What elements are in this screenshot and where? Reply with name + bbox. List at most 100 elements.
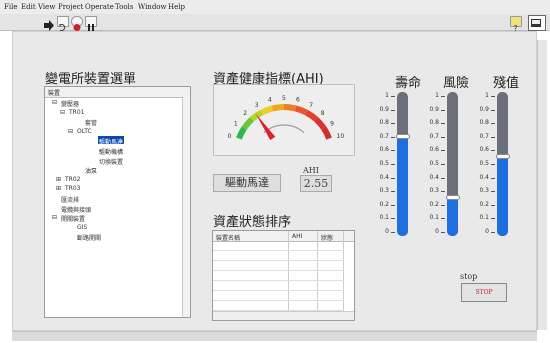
ranking-table[interactable]: 裝置名稱 AHI 狀態 <box>212 230 355 321</box>
tree-item[interactable]: 匯流排 <box>61 195 79 204</box>
vi-icon <box>528 15 546 31</box>
gauge-tick-label: 5 <box>282 95 286 102</box>
tree-expander-icon[interactable]: ⊟ <box>60 109 65 116</box>
gauge-tick-label: 10 <box>337 133 345 140</box>
table-hscrollbar[interactable] <box>213 311 354 320</box>
gauge-tick-label: 2 <box>243 110 247 117</box>
tick-mark <box>491 232 495 233</box>
risk-title: 風險 <box>443 76 470 91</box>
tree-item[interactable]: 切換裝置 <box>99 157 123 166</box>
menu-tools[interactable]: Tools <box>115 3 133 11</box>
risk-tick-label: 0.4 <box>429 173 439 181</box>
tree-expander-icon[interactable]: ⊟ <box>52 214 57 221</box>
life-slider-thumb[interactable] <box>396 133 410 139</box>
tree-item[interactable]: 驅動機構 <box>99 147 123 156</box>
menu-window[interactable]: Window <box>138 3 167 11</box>
tick-mark <box>441 177 445 179</box>
tree-item[interactable]: 變壓器 <box>61 99 79 108</box>
residual-tick-label: 0.7 <box>479 132 489 140</box>
stop-button[interactable]: STOP <box>461 283 507 302</box>
tree-item[interactable]: 油泵 <box>85 166 97 175</box>
pause-icon[interactable] <box>85 16 97 31</box>
residual-slider-fill <box>497 157 508 236</box>
menu-help[interactable]: Help <box>168 3 185 11</box>
table-row[interactable] <box>213 291 344 301</box>
run-arrow-icon[interactable] <box>43 16 55 31</box>
table-row[interactable] <box>213 271 344 281</box>
menu-project[interactable]: Project <box>58 3 83 11</box>
tree-item[interactable]: 套管 <box>85 118 97 127</box>
gauge-band <box>321 126 332 140</box>
life-tick-label: 0.9 <box>379 105 389 113</box>
tick-mark <box>491 177 495 179</box>
tree-item[interactable]: 開關裝置 <box>61 214 85 223</box>
table-row[interactable] <box>213 241 344 251</box>
tick-mark <box>441 123 445 125</box>
risk-slider-fill <box>447 198 458 236</box>
residual-tick-label: 0.2 <box>479 200 489 208</box>
residual-title: 殘值 <box>493 76 520 91</box>
life-tick-label: 0.8 <box>379 119 389 127</box>
tick-mark <box>391 136 395 138</box>
tree-expander-icon[interactable]: ⊞ <box>56 176 61 183</box>
table-row[interactable] <box>213 261 344 271</box>
life-tick-label: 0.6 <box>379 146 389 154</box>
menu-operate[interactable]: Operate <box>85 3 114 11</box>
tick-mark <box>391 123 395 125</box>
tree-expander-icon[interactable]: ⊟ <box>68 128 73 135</box>
gauge-band <box>236 126 247 140</box>
stop-button-label: STOP <box>475 289 493 296</box>
residual-slider-thumb[interactable] <box>496 154 510 160</box>
abort-icon[interactable] <box>71 16 83 31</box>
gauge-band <box>283 104 297 112</box>
tree-item[interactable]: 驅動馬達 <box>99 137 123 146</box>
life-tick-label: 0 <box>385 228 389 235</box>
horizontal-scrollbar[interactable] <box>12 331 537 341</box>
gauge-tick-label: 1 <box>234 121 238 128</box>
risk-tick-label: 0.3 <box>429 187 439 195</box>
tick-mark <box>491 191 495 193</box>
column-ahi[interactable]: AHI <box>292 233 302 240</box>
risk-tick-label: 1 <box>435 92 439 99</box>
tree-item[interactable]: OLTC <box>77 128 92 135</box>
tick-mark <box>491 218 495 220</box>
tree-item[interactable]: TR03 <box>65 185 80 192</box>
risk-tick-label: 0.7 <box>429 132 439 140</box>
tree-item[interactable]: 電纜與接頭 <box>61 205 91 214</box>
tree-scrollbar[interactable] <box>182 97 190 317</box>
tree-item[interactable]: GIS <box>77 224 87 231</box>
residual-tick-label: 0 <box>485 228 489 235</box>
stop-caption: stop <box>460 272 478 281</box>
tree-expander-icon[interactable]: ⊞ <box>56 185 61 192</box>
gauge-tick-label: 0 <box>227 133 231 140</box>
menu-file[interactable]: File <box>4 3 17 11</box>
vertical-scrollbar[interactable] <box>537 40 547 330</box>
table-row[interactable] <box>213 301 344 311</box>
table-row[interactable] <box>213 251 344 261</box>
tree-expander-icon[interactable]: ⊟ <box>52 99 57 106</box>
tick-mark <box>491 96 495 97</box>
menu-edit[interactable]: Edit <box>21 3 36 11</box>
ahi-numeric-display: 2.55 <box>300 175 332 192</box>
risk-tick-label: 0.2 <box>429 200 439 208</box>
tick-mark <box>491 164 495 165</box>
tree-item[interactable]: TR01 <box>69 109 84 116</box>
tick-mark <box>391 204 395 206</box>
tree-item[interactable]: TR02 <box>65 176 80 183</box>
ahi-gauge: 0 1 2 3 4 5 6 7 8 9 10 <box>213 84 355 156</box>
gauge-band <box>249 109 263 122</box>
residual-tick-label: 0.4 <box>479 173 489 181</box>
tree-item[interactable]: 斷路開關 <box>77 233 101 242</box>
life-tick-label: 1 <box>385 92 389 99</box>
life-title: 壽命 <box>395 76 422 91</box>
run-continuous-icon[interactable] <box>57 16 69 31</box>
device-tree[interactable]: 裝置 ⊟ 變壓器 ⊟ TR01 套管 ⊟ OLTC 驅動馬達 驅動機構 切換裝置 油泵 ⊞ TR02 ⊞ T… <box>44 86 191 318</box>
table-row[interactable] <box>213 281 344 291</box>
tick-mark <box>491 204 495 206</box>
menu-view[interactable]: View <box>38 3 55 11</box>
risk-tick-label: 0.1 <box>429 214 439 222</box>
risk-slider-thumb[interactable] <box>446 195 460 200</box>
tick-mark <box>441 218 445 220</box>
help-icon[interactable]: ? <box>510 16 522 33</box>
device-name-text: 驅動馬達 <box>225 176 269 189</box>
